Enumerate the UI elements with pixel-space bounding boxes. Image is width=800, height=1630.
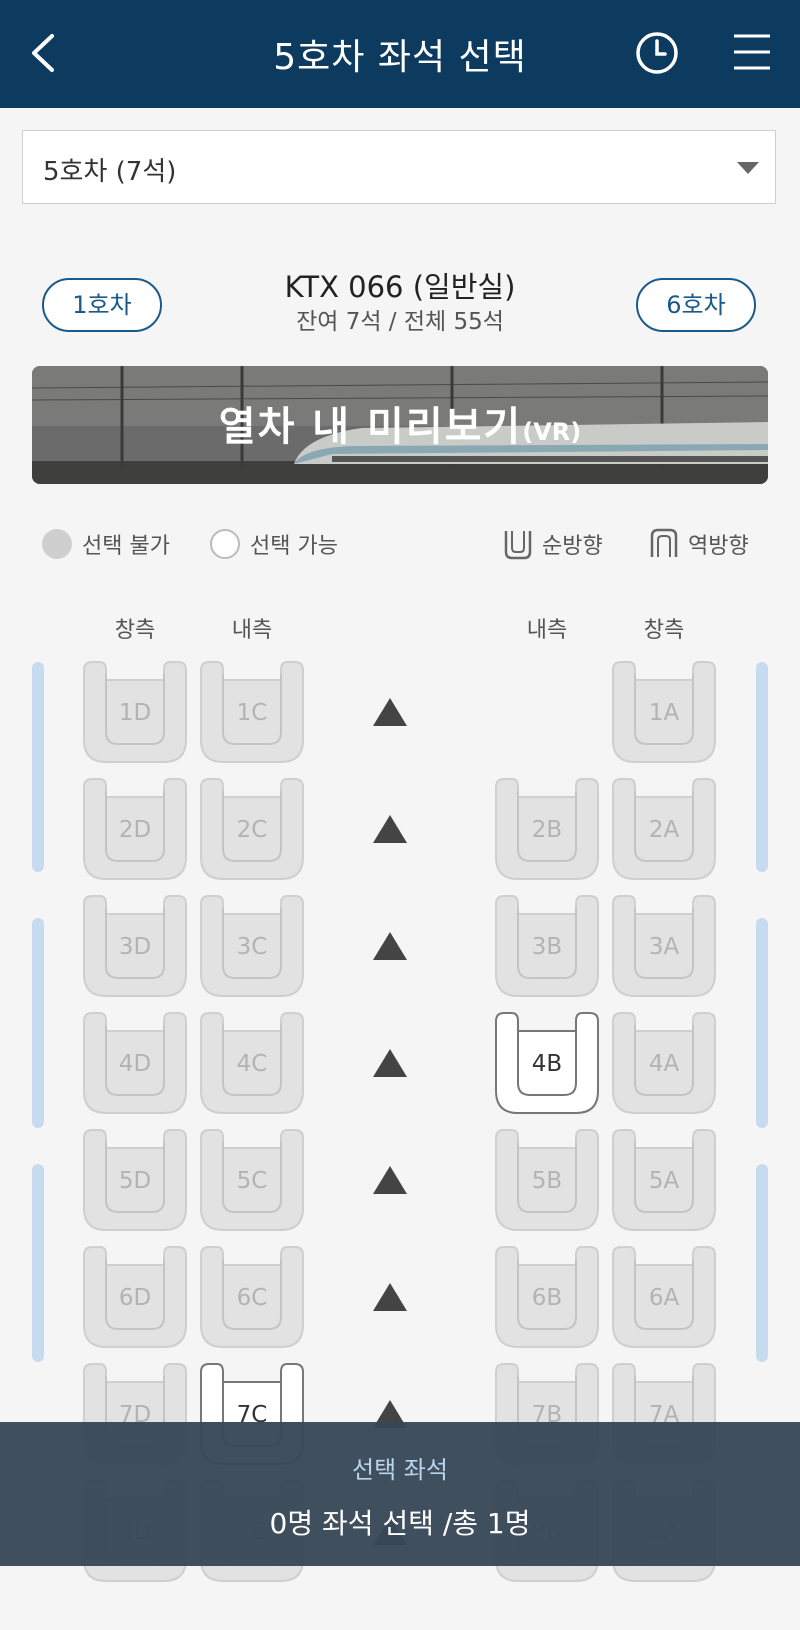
legend-reverse: 역방향 [648,528,749,560]
seat-code: 1A [648,700,680,726]
seat-5C[interactable]: 5C [197,1128,307,1232]
seat-code: 3A [648,934,680,960]
legend-available: 선택 가능 [210,528,338,560]
seat-1C[interactable]: 1C [197,660,307,764]
seat-code: 3B [531,934,563,960]
chevron-down-icon [737,162,759,174]
seat-6A[interactable]: 6A [609,1245,719,1349]
vr-preview-suffix: (VR) [522,418,582,446]
hamburger-menu-icon[interactable] [732,32,772,72]
seat-5B[interactable]: 5B [492,1128,602,1232]
forward-seat-icon [504,531,532,560]
window-indicator [32,1164,44,1362]
triangle-up-icon [373,1049,407,1077]
seat-3A[interactable]: 3A [609,894,719,998]
seat-code: 5C [236,1168,268,1194]
seat-code: 6A [648,1285,680,1311]
seat-code: 4A [648,1051,680,1077]
selected-seats-label: 선택 좌석 [352,1456,448,1484]
window-indicator [32,918,44,1128]
window-indicator [756,918,768,1128]
seat-2B[interactable]: 2B [492,777,602,881]
triangle-up-icon [373,815,407,843]
window-indicator [756,1164,768,1362]
seat-2D[interactable]: 2D [80,777,190,881]
seat-code: 5A [648,1168,680,1194]
triangle-up-icon [373,932,407,960]
reverse-seat-icon [650,528,678,557]
seat-code: 4B [531,1051,563,1077]
vr-preview-label: 열차 내 미리보기(VR) [32,394,768,452]
seat-code: 1C [236,700,268,726]
selection-summary-bar: 선택 좌석 0명 좌석 선택 /총 1명 [0,1422,800,1566]
seat-1D[interactable]: 1D [80,660,190,764]
seat-code: 2A [648,817,680,843]
seat-4C[interactable]: 4C [197,1011,307,1115]
seat-6B[interactable]: 6B [492,1245,602,1349]
legend-available-label: 선택 가능 [250,534,338,559]
seat-code: 5D [118,1168,152,1194]
seat-3D[interactable]: 3D [80,894,190,998]
vr-preview-title: 열차 내 미리보기 [218,404,523,450]
seat-2A[interactable]: 2A [609,777,719,881]
available-dot-icon [210,529,240,559]
seat-code: 3C [236,934,268,960]
next-car-button[interactable]: 6호차 [636,278,756,332]
seat-code: 6C [236,1285,268,1311]
seat-code: 4D [118,1051,152,1077]
seat-6D[interactable]: 6D [80,1245,190,1349]
seat-5A[interactable]: 5A [609,1128,719,1232]
seat-code: 2D [118,817,152,843]
seat-4D[interactable]: 4D [80,1011,190,1115]
seat-4A[interactable]: 4A [609,1011,719,1115]
window-indicator [32,662,44,872]
page-title: 5호차 좌석 선택 [273,37,527,78]
seat-3C[interactable]: 3C [197,894,307,998]
column-header-right-window: 창측 [643,618,685,643]
seat-code: 2B [531,817,563,843]
seat-4B[interactable]: 4B [492,1011,602,1115]
column-header-left-aisle: 내측 [231,618,273,643]
seat-code: 1D [118,700,152,726]
triangle-up-icon [373,1283,407,1311]
seat-3B[interactable]: 3B [492,894,602,998]
selected-seats-count: 0명 좌석 선택 /총 1명 [269,1507,531,1540]
legend-forward-label: 순방향 [542,534,603,559]
seat-2C[interactable]: 2C [197,777,307,881]
legend-reverse-label: 역방향 [688,534,749,559]
seat-1A[interactable]: 1A [609,660,719,764]
legend-unavailable-label: 선택 불가 [82,534,170,559]
seat-code: 6B [531,1285,563,1311]
vr-preview-banner[interactable]: 열차 내 미리보기(VR) [32,366,768,484]
seat-code: 2C [236,817,268,843]
car-select-dropdown[interactable]: 5호차 (7석) [22,130,776,204]
seat-6C[interactable]: 6C [197,1245,307,1349]
legend-unavailable: 선택 불가 [42,528,170,560]
seat-code: 6D [118,1285,152,1311]
seat-code: 5B [531,1168,563,1194]
seat-code: 4C [236,1051,268,1077]
clock-icon[interactable] [634,30,680,76]
triangle-up-icon [373,1166,407,1194]
app-header: 5호차 좌석 선택 [0,0,800,108]
car-select-value: 5호차 (7석) [43,157,177,187]
column-header-left-window: 창측 [114,618,156,643]
seat-code: 3D [118,934,152,960]
legend-forward: 순방향 [502,528,603,560]
window-indicator [756,662,768,872]
unavailable-dot-icon [42,529,72,559]
seat-5D[interactable]: 5D [80,1128,190,1232]
triangle-up-icon [373,698,407,726]
column-header-right-aisle: 내측 [526,618,568,643]
